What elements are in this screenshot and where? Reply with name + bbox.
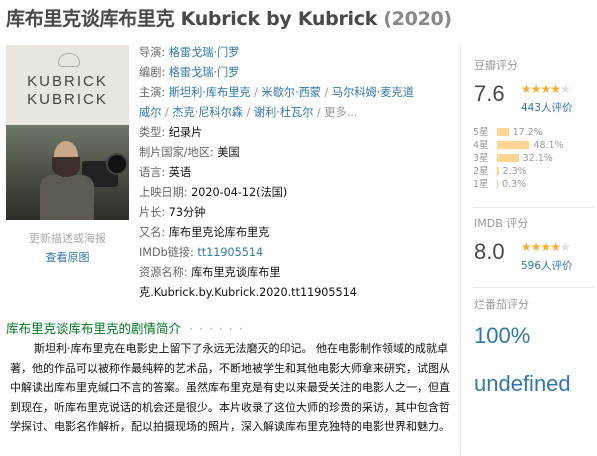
synopsis-dots: · · · · · ·: [188, 321, 244, 336]
rt-extra-value: undefined: [474, 371, 571, 396]
imdb-link[interactable]: tt11905514: [197, 246, 263, 259]
runtime-label: 片长:: [139, 206, 166, 219]
rating-dist-star: 3星: [473, 153, 489, 164]
douban-score: 7.6: [474, 81, 505, 106]
country-value: 美国: [217, 146, 240, 159]
rating-dist-bar: [497, 141, 530, 149]
rating-dist-row: 2星 2.3%: [473, 166, 527, 177]
aka-label: 又名:: [139, 226, 166, 239]
cast-link[interactable]: 米歇尔·西蒙: [262, 86, 322, 99]
resource-label: 资源名称:: [139, 266, 188, 279]
movie-poster[interactable]: KUBRICK KUBRICK: [6, 45, 129, 220]
rating-dist-percent: 2.3%: [502, 166, 527, 177]
rating-dist-star: 5星: [473, 127, 489, 138]
language-label: 语言:: [139, 166, 166, 179]
resource-value: 库布里克谈库布里: [191, 266, 281, 279]
synopsis-title: 库布里克谈库布里克的剧情简介: [6, 321, 182, 336]
rt-rating-label: 烂番茄评分: [474, 298, 529, 311]
genre-row: 类型: 纪录片: [139, 123, 459, 143]
rating-dist-row: 4星 48.1%: [473, 140, 564, 151]
genre-label: 类型:: [139, 126, 166, 139]
synopsis-body: 斯坦利·库布里克在电影史上留下了永远无法磨灭的印记。 他在电影制作领域的成就卓著…: [10, 339, 450, 437]
cast-row-cont: 威尔 / 杰克·尼科尔森 / 谢利·杜瓦尔 / 更多...: [139, 106, 358, 119]
poster-title-line2: KUBRICK: [27, 91, 108, 108]
movie-year: (2020): [383, 8, 452, 30]
imdb-rating-count[interactable]: 596人评价: [521, 258, 573, 273]
director-label: 导演:: [139, 46, 166, 59]
cast-link[interactable]: 杰克·尼科尔森: [172, 106, 243, 119]
imdb-row: IMDb链接: tt11905514: [139, 243, 459, 263]
director-row: 导演: 格雷戈瑞·门罗: [139, 43, 459, 63]
genre-value: 纪录片: [168, 126, 203, 139]
laurel-icon: [58, 53, 80, 67]
aka-value: 库布里克论库布里克: [168, 226, 270, 239]
rating-dist-bar: [497, 128, 509, 136]
rating-dist-row: 1星 0.3%: [473, 179, 526, 190]
poster-title-line1: KUBRICK: [27, 73, 108, 90]
rating-panel: 豆瓣评分 7.6 ★★★★★ 443人评价 5星 17.2% 4星 48.1% 3星 32…: [460, 45, 597, 455]
figure-body-shape: [40, 175, 94, 220]
cast-link[interactable]: 斯坦利·库布里克: [169, 86, 251, 99]
rating-dist-star: 2星: [473, 166, 489, 177]
camera-lens-shape: [106, 153, 128, 175]
imdb-rating-label: IMDB 评分: [474, 217, 529, 230]
view-original-link[interactable]: 查看原图: [6, 249, 129, 265]
cast-row: 主演: 斯坦利·库布里克 / 米歇尔·西蒙 / 马尔科姆·麦克道: [139, 86, 414, 99]
director-link[interactable]: 格雷戈瑞·门罗: [169, 46, 240, 59]
writer-link[interactable]: 格雷戈瑞·门罗: [169, 66, 240, 79]
runtime-value: 73分钟: [168, 206, 206, 219]
country-row: 制片国家/地区: 美国: [139, 143, 459, 163]
cast-link[interactable]: 谢利·杜瓦尔: [254, 106, 314, 119]
runtime-row: 片长: 73分钟: [139, 203, 459, 223]
rating-dist-percent: 17.2%: [512, 127, 543, 138]
movie-info: 导演: 格雷戈瑞·门罗 编剧: 格雷戈瑞·门罗 主演: 斯坦利·库布里克 / 米…: [139, 43, 459, 303]
rating-dist-bar: [497, 180, 498, 188]
rt-score: 100%: [474, 323, 531, 348]
imdb-label: IMDb链接:: [139, 246, 194, 259]
divider: [473, 287, 595, 288]
language-value: 英语: [168, 166, 192, 179]
resource-value-cont: 克.Kubrick.by.Kubrick.2020.tt11905514: [139, 286, 357, 299]
synopsis-text: 斯坦利·库布里克在电影史上留下了永远无法磨灭的印记。 他在电影制作领域的成就卓著…: [10, 342, 450, 434]
release-row: 上映日期: 2020-04-12(法国): [139, 183, 459, 203]
rating-dist-percent: 32.1%: [522, 153, 553, 164]
divider: [473, 207, 595, 208]
cast-label: 主演:: [139, 86, 166, 99]
rating-dist-row: 5星 17.2%: [473, 127, 543, 138]
movie-title: 库布里克谈库布里克 Kubrick by Kubrick: [6, 8, 378, 30]
imdb-score: 8.0: [474, 239, 505, 264]
page-title: 库布里克谈库布里克 Kubrick by Kubrick (2020): [6, 4, 452, 31]
resource-row-cont: 克.Kubrick.by.Kubrick.2020.tt11905514: [139, 283, 459, 303]
writer-label: 编剧:: [139, 66, 166, 79]
synopsis-heading: 库布里克谈库布里克的剧情简介 · · · · · ·: [6, 318, 244, 337]
rating-dist-percent: 48.1%: [533, 140, 564, 151]
rating-dist-bar: [497, 167, 499, 175]
rating-dist-percent: 0.3%: [502, 179, 527, 190]
rating-dist-star: 4星: [473, 140, 489, 151]
more-cast-link[interactable]: 更多...: [324, 106, 357, 119]
country-label: 制片国家/地区:: [139, 146, 214, 159]
douban-rating-label: 豆瓣评分: [474, 59, 518, 72]
cast-link[interactable]: 马尔科姆·麦克道: [332, 86, 414, 99]
imdb-stars-icon: ★★★★★: [521, 240, 571, 254]
language-row: 语言: 英语: [139, 163, 459, 183]
rating-dist-row: 3星 32.1%: [473, 153, 553, 164]
figure-beard-shape: [52, 157, 80, 177]
douban-stars-icon: ★★★★★: [521, 82, 571, 96]
rating-dist-bar: [497, 154, 519, 162]
release-label: 上映日期:: [139, 186, 188, 199]
douban-rating-count[interactable]: 443人评价: [521, 100, 573, 115]
update-poster-link[interactable]: 更新描述或海报: [6, 230, 129, 246]
cast-link[interactable]: 威尔: [139, 106, 161, 119]
rating-dist-star: 1星: [473, 179, 489, 190]
aka-row: 又名: 库布里克论库布里克: [139, 223, 459, 243]
writer-row: 编剧: 格雷戈瑞·门罗: [139, 63, 459, 83]
resource-row: 资源名称: 库布里克谈库布里: [139, 263, 459, 283]
release-value: 2020-04-12(法国): [191, 186, 288, 199]
